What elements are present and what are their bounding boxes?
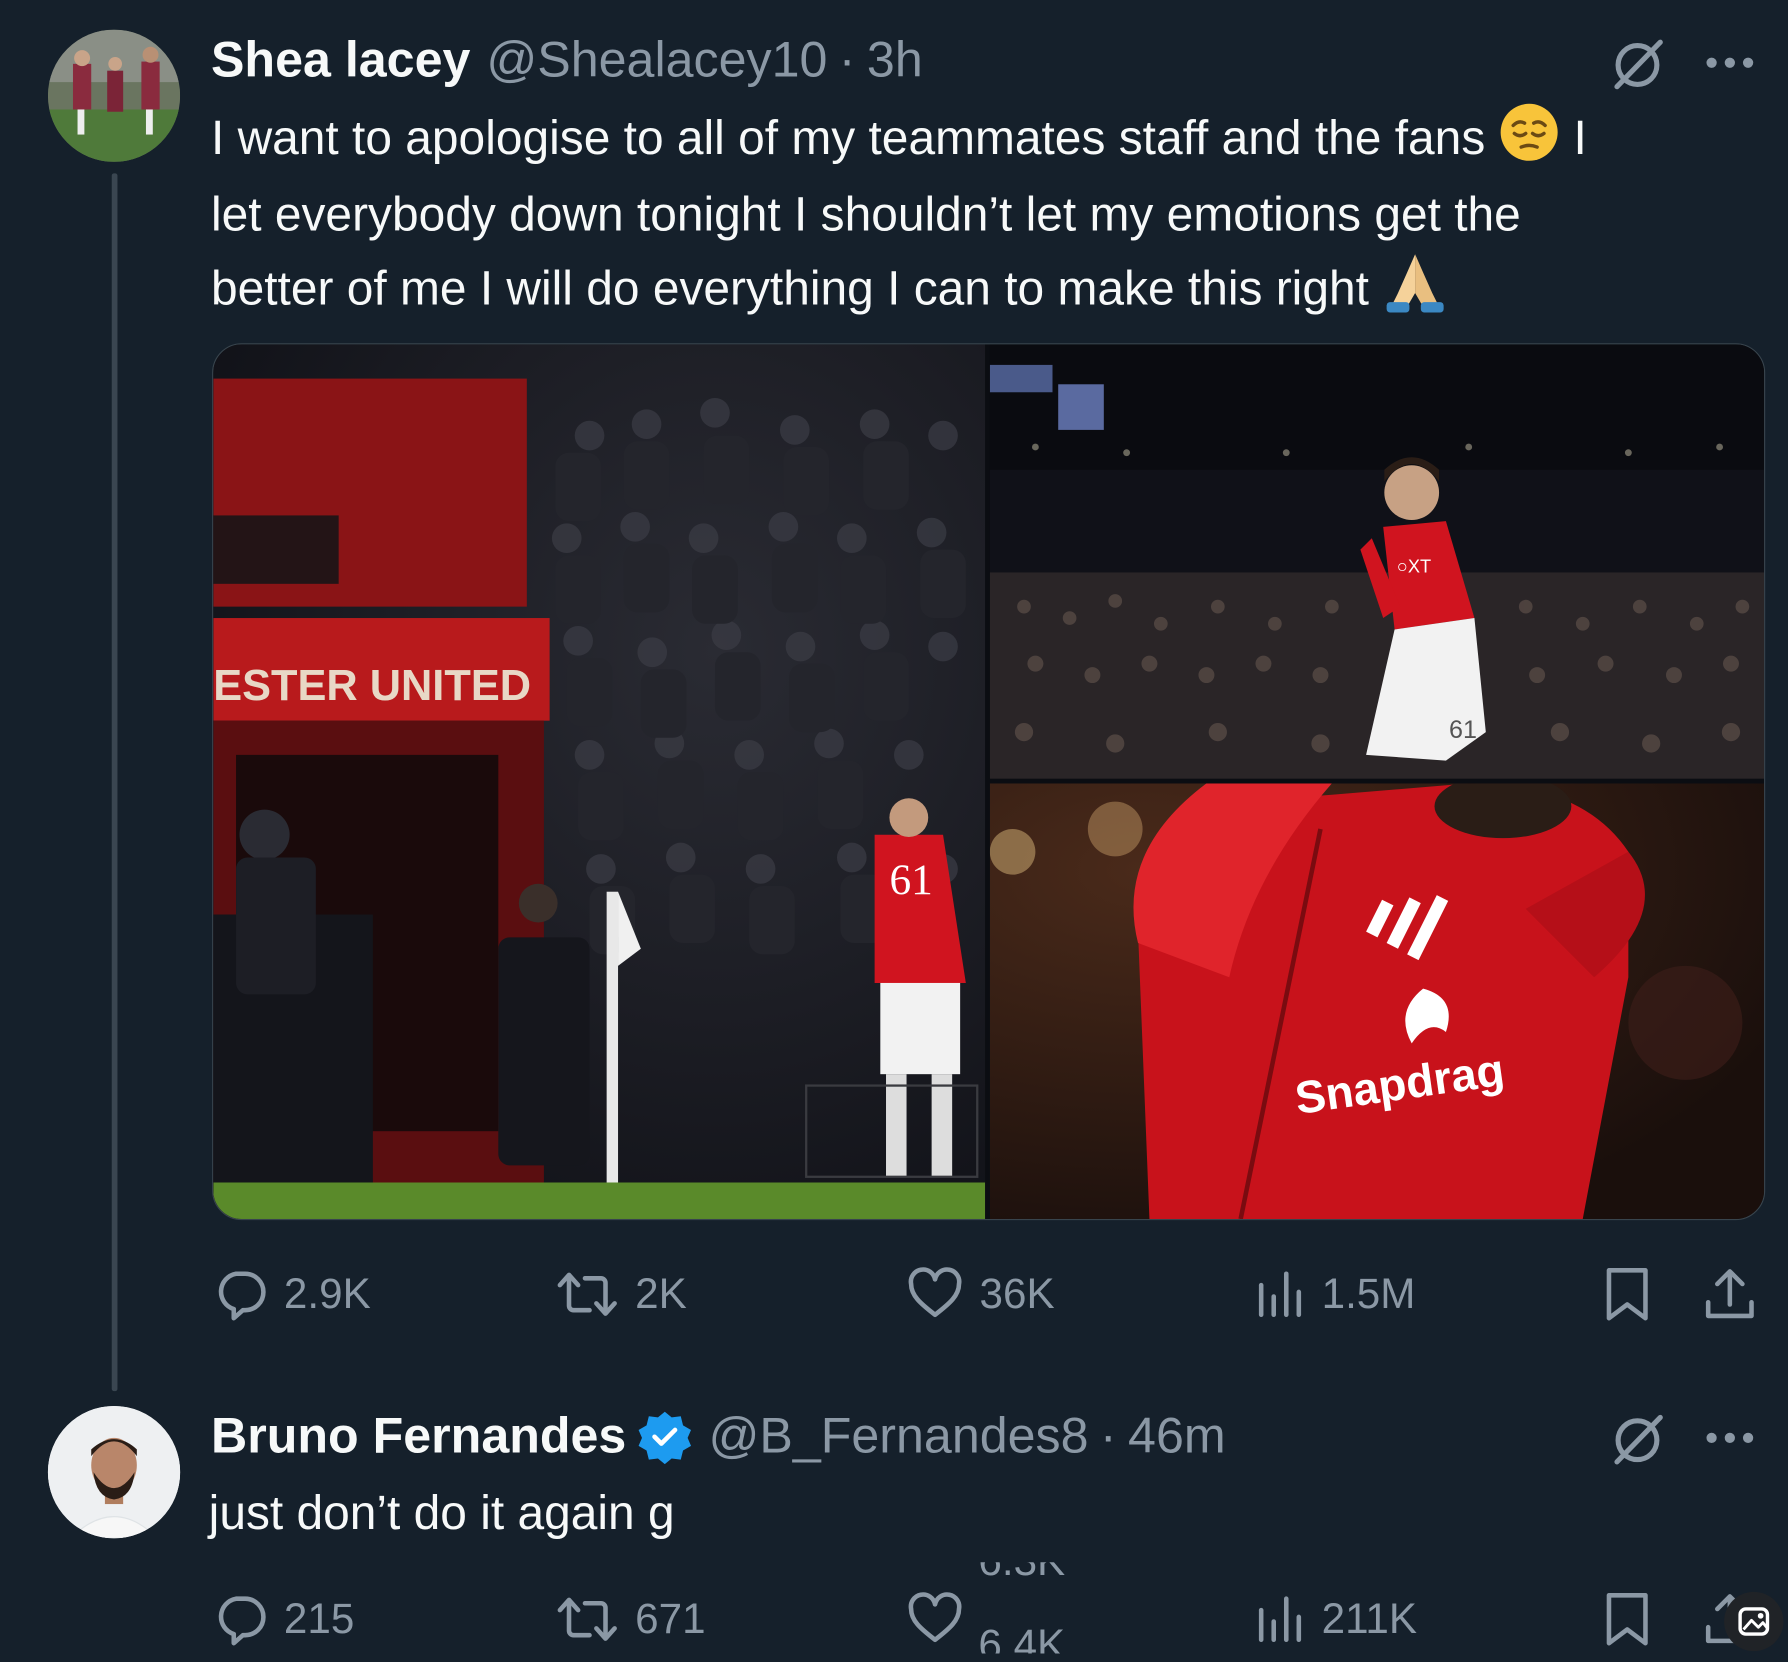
like-button[interactable]: 36K [907,1267,1055,1322]
reply-icon [218,1596,266,1646]
separator-dot: · [838,31,856,88]
tweet-media-grid[interactable]: ESTER UNITED 61 ○XT 61 Snapdrag [212,343,1766,1221]
player-closeup-photo: Snapdrag [989,783,1765,1219]
display-name[interactable]: Shea lacey [211,32,470,89]
stadium-corner-photo: ESTER UNITED 61 [213,344,986,1219]
more-icon[interactable] [1704,55,1756,71]
timeline: Shea lacey @Shealacey10 · 3h I want to a… [0,0,1788,1662]
tweet-text: just don’t do it again g [208,1485,675,1540]
more-icon[interactable] [1704,1430,1756,1446]
shorts-number: 61 [1449,716,1477,744]
reply-count: 215 [283,1595,355,1643]
like-count-rolling: 6.3K 6.4K [978,1562,1115,1653]
avatar-image [47,1405,181,1539]
view-count: 211K [1321,1595,1418,1643]
views-button[interactable]: 211K [1255,1592,1417,1647]
avatar-shea-lacey[interactable] [47,29,181,162]
tweet-header: Shea lacey @Shealacey10 · 3h [211,32,923,89]
views-button[interactable]: 1.5M [1255,1267,1415,1322]
retweet-count: 2K [635,1270,687,1318]
timestamp[interactable]: 46m [1128,1408,1226,1465]
views-icon [1258,1596,1302,1643]
share-icon[interactable] [1701,1266,1758,1323]
tweet-header: Bruno Fernandes @B_Fernandes8 · 46m [211,1408,1226,1465]
retweet-icon [557,1597,617,1641]
shirt-number-text: 61 [889,856,932,904]
media-photo-stadium-corner[interactable]: ESTER UNITED 61 [213,344,986,1219]
reply-button[interactable]: 2.9K [213,1267,371,1322]
player-walking-photo: ○XT 61 [989,344,1765,779]
like-count-previous: 6.3K [978,1562,1065,1585]
retweet-button[interactable]: 2K [555,1267,687,1322]
image-overlay-icon [1738,1607,1770,1636]
user-handle[interactable]: @B_Fernandes8 [708,1408,1088,1465]
grok-icon[interactable] [1608,1409,1667,1468]
pensive-face-emoji-icon [1499,101,1561,180]
verified-badge-icon[interactable] [638,1409,693,1465]
like-count-next: 6.4K [978,1621,1066,1654]
avatar-image [47,29,181,162]
display-name[interactable]: Bruno Fernandes [211,1408,626,1465]
views-icon [1258,1271,1302,1318]
retweet-button[interactable]: 671 [555,1592,706,1647]
reply-count: 2.9K [283,1270,371,1318]
image-overlay-button[interactable] [1724,1591,1784,1652]
bookmark-icon[interactable] [1602,1591,1652,1648]
tweet-text-part: better of me I will do everything I can … [210,261,1369,315]
view-count: 1.5M [1321,1270,1416,1318]
like-icon[interactable] [907,1592,964,1647]
like-count: 36K [979,1270,1055,1318]
bookmark-icon[interactable] [1602,1266,1652,1323]
folded-hands-emoji-icon [1382,247,1448,330]
tweet-text-part: I [1573,110,1587,165]
timestamp[interactable]: 3h [867,32,923,89]
tweet-text: I want to apologise to all of my teammat… [211,101,1762,330]
avatar-bruno-fernandes[interactable] [47,1405,181,1539]
tweet-text-line-3: better of me I will do everything I can … [211,247,1762,330]
separator-dot: · [1099,1408,1117,1465]
media-photo-player-walking[interactable]: ○XT 61 [989,344,1765,779]
like-icon [908,1267,962,1318]
reply-button[interactable]: 215 [213,1592,354,1647]
media-photo-player-closeup[interactable]: Snapdrag [989,783,1765,1219]
retweet-count: 671 [635,1595,706,1643]
tweet-text-line-1: I want to apologise to all of my teammat… [211,101,1762,180]
grok-icon[interactable] [1608,34,1667,93]
user-handle[interactable]: @Shealacey10 [486,32,827,89]
retweet-icon [557,1272,617,1316]
shirt-logo: ○XT [1397,555,1431,576]
reply-icon [218,1271,266,1321]
thread-connector-line [111,173,118,1392]
tweet-text-part: I want to apologise to all of my teammat… [210,110,1486,165]
tweet-text-line-2: let everybody down tonight I shouldn’t l… [210,187,1521,241]
stadium-signage-text: ESTER UNITED [213,662,531,710]
